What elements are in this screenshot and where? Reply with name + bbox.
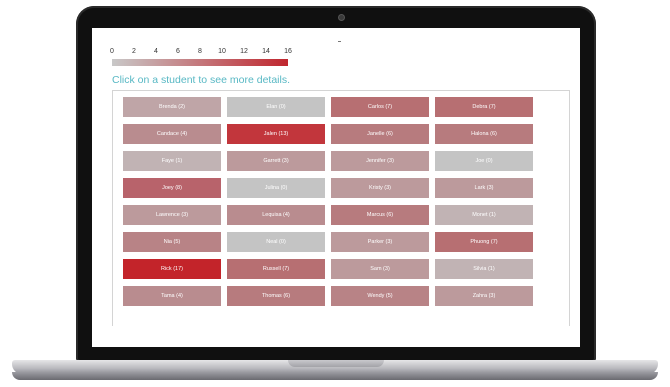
student-button[interactable]: Janelle (6) <box>331 124 429 144</box>
legend-tick-label: 8 <box>198 48 202 55</box>
color-legend: 0 2 4 6 8 10 12 14 16 <box>110 48 292 66</box>
student-button[interactable]: Joe (0) <box>435 151 533 171</box>
legend-tick-label: 10 <box>218 48 226 55</box>
laptop-base-lip <box>12 372 658 380</box>
legend-tick-label: 0 <box>110 48 114 55</box>
student-button[interactable]: Rick (17) <box>123 259 221 279</box>
student-button[interactable]: Carlos (7) <box>331 97 429 117</box>
student-grid: Brenda (2) Elan (0) Carlos (7) Debra (7) Can… <box>123 97 533 306</box>
student-button[interactable]: Garrett (3) <box>227 151 325 171</box>
student-button[interactable]: Wendy (5) <box>331 286 429 306</box>
student-button[interactable]: Faye (1) <box>123 151 221 171</box>
legend-tick-label: 16 <box>284 48 292 55</box>
student-button[interactable]: Russell (7) <box>227 259 325 279</box>
app-screen: 0 2 4 6 8 10 12 14 16 Click on a student to see … <box>92 28 580 347</box>
student-button[interactable]: Neal (0) <box>227 232 325 252</box>
student-button[interactable]: Lark (3) <box>435 178 533 198</box>
student-button[interactable]: Jalen (13) <box>227 124 325 144</box>
student-button[interactable]: Thomas (6) <box>227 286 325 306</box>
legend-tick-label: 14 <box>262 48 270 55</box>
student-button[interactable]: Jennifer (3) <box>331 151 429 171</box>
student-button[interactable]: Joey (8) <box>123 178 221 198</box>
instruction-text: Click on a student to see more details. <box>112 74 291 86</box>
student-button[interactable]: Silvia (1) <box>435 259 533 279</box>
student-button[interactable]: Lawrence (3) <box>123 205 221 225</box>
legend-tick-label: 6 <box>176 48 180 55</box>
camera-icon <box>338 14 345 21</box>
student-button[interactable]: Debra (7) <box>435 97 533 117</box>
legend-tick-label: 12 <box>240 48 248 55</box>
legend-tick-label: 2 <box>132 48 136 55</box>
student-button[interactable]: Zahra (3) <box>435 286 533 306</box>
student-button[interactable]: Brenda (2) <box>123 97 221 117</box>
student-button[interactable]: Tama (4) <box>123 286 221 306</box>
student-button[interactable]: Candace (4) <box>123 124 221 144</box>
student-button[interactable]: Parker (3) <box>331 232 429 252</box>
divider-dash <box>338 41 341 42</box>
student-button[interactable]: Monet (1) <box>435 205 533 225</box>
student-button[interactable]: Marcus (6) <box>331 205 429 225</box>
student-button[interactable]: Elan (0) <box>227 97 325 117</box>
student-button[interactable]: Phuong (7) <box>435 232 533 252</box>
student-button[interactable]: Nia (5) <box>123 232 221 252</box>
student-button[interactable]: Julina (0) <box>227 178 325 198</box>
student-button[interactable]: Sam (3) <box>331 259 429 279</box>
legend-tick-label: 4 <box>154 48 158 55</box>
student-grid-panel: Brenda (2) Elan (0) Carlos (7) Debra (7) Can… <box>112 90 570 326</box>
student-button[interactable]: Halona (6) <box>435 124 533 144</box>
legend-ticks: 0 2 4 6 8 10 12 14 16 <box>110 48 292 57</box>
student-button[interactable]: Kristy (3) <box>331 178 429 198</box>
laptop-opening-notch <box>288 360 384 367</box>
student-button[interactable]: Lequisa (4) <box>227 205 325 225</box>
legend-gradient-bar <box>112 59 288 66</box>
